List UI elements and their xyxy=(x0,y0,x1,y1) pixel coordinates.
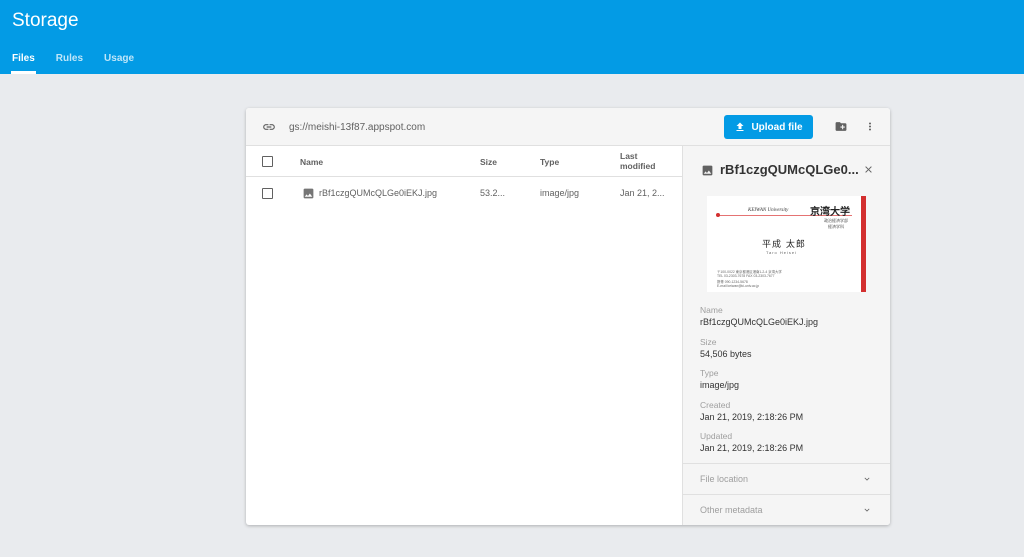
preview-address-line: E-mail keiwan@ki-univ.ac.jp xyxy=(717,284,760,288)
column-last-modified-line1: Last xyxy=(620,151,638,161)
image-preview: KEIWAN University 京湾大学 政治経済学部 経済学科 平成 太郎… xyxy=(707,196,866,292)
chevron-down-icon xyxy=(864,508,870,512)
file-detail-panel: rBf1czgQUMcQLGe0... KEIWAN University 京湾… xyxy=(683,146,890,525)
meta-value: Jan 21, 2019, 2:18:26 PM xyxy=(700,412,804,422)
upload-icon xyxy=(736,122,744,131)
preview-university-jp: 京湾大学 xyxy=(810,207,850,218)
image-file-icon xyxy=(303,188,314,199)
card-toolbar: gs://meishi-13f87.appspot.com Upload fil… xyxy=(246,108,890,146)
meta-label: Type xyxy=(700,368,719,378)
file-location-section[interactable]: File location xyxy=(683,463,890,494)
meta-value: Jan 21, 2019, 2:18:26 PM xyxy=(700,443,804,453)
section-label: File location xyxy=(700,474,749,484)
upload-file-label: Upload file xyxy=(751,121,803,133)
row-checkbox[interactable] xyxy=(262,188,273,199)
column-type[interactable]: Type xyxy=(540,157,559,167)
meta-name: Name rBf1czgQUMcQLGe0iEKJ.jpg xyxy=(700,305,818,327)
meta-value: 54,506 bytes xyxy=(700,349,752,359)
tab-files[interactable]: Files xyxy=(11,44,36,74)
preview-name-en: Taro Heisei xyxy=(766,250,798,255)
image-icon xyxy=(702,165,713,176)
row-modified: Jan 21, 2... xyxy=(620,188,665,198)
meta-type: Type image/jpg xyxy=(700,368,739,390)
app-header: Storage Files Rules Usage xyxy=(0,0,1024,74)
files-table: Name Size Type Last modified rBf1czgQUMc… xyxy=(246,146,683,525)
upload-file-button[interactable]: Upload file xyxy=(724,115,813,139)
meta-label: Created xyxy=(700,400,731,410)
other-metadata-section[interactable]: Other metadata xyxy=(683,494,890,525)
close-icon[interactable] xyxy=(863,164,874,175)
row-size: 53.2... xyxy=(480,188,506,198)
section-label: Other metadata xyxy=(700,505,763,515)
tab-usage[interactable]: Usage xyxy=(104,44,134,74)
preview-university-en: KEIWAN University xyxy=(748,208,789,213)
tab-bar: Files Rules Usage xyxy=(0,44,143,74)
preview-dept-line2: 経済学科 xyxy=(828,224,844,229)
meta-label: Size xyxy=(700,337,717,347)
table-row[interactable]: rBf1czgQUMcQLGe0iEKJ.jpg 53.2... image/j… xyxy=(246,177,683,209)
meta-size: Size 54,506 bytes xyxy=(700,337,752,359)
select-all-checkbox[interactable] xyxy=(262,156,273,167)
row-type: image/jpg xyxy=(540,188,580,198)
column-name[interactable]: Name xyxy=(300,157,323,167)
detail-title: rBf1czgQUMcQLGe0... xyxy=(720,162,859,177)
chevron-down-icon xyxy=(864,477,870,481)
files-card: gs://meishi-13f87.appspot.com Upload fil… xyxy=(246,108,890,525)
column-last-modified-line2: modified xyxy=(620,161,656,171)
page-title: Storage xyxy=(12,10,79,31)
link-icon xyxy=(263,124,275,130)
meta-created: Created Jan 21, 2019, 2:18:26 PM xyxy=(700,400,803,422)
meta-label: Name xyxy=(700,305,723,315)
meta-value: image/jpg xyxy=(700,380,740,390)
bucket-path: gs://meishi-13f87.appspot.com xyxy=(289,122,426,133)
column-last-modified[interactable]: Last modified xyxy=(620,151,655,171)
create-folder-icon[interactable] xyxy=(834,120,848,133)
more-vert-icon[interactable] xyxy=(864,119,876,134)
meta-label: Updated xyxy=(700,431,733,441)
table-header: Name Size Type Last modified xyxy=(246,146,683,177)
meta-value: rBf1czgQUMcQLGe0iEKJ.jpg xyxy=(700,317,819,327)
column-size[interactable]: Size xyxy=(480,157,497,167)
card-red-bar xyxy=(861,196,866,292)
preview-name-jp: 平成 太郎 xyxy=(762,240,806,250)
tab-rules[interactable]: Rules xyxy=(56,44,83,74)
preview-address-line: TEL 03-2303-7678 FAX 03-2303-7677 xyxy=(717,274,775,278)
card-dot xyxy=(716,213,720,217)
row-name: rBf1czgQUMcQLGe0iEKJ.jpg xyxy=(319,188,438,198)
meta-updated: Updated Jan 21, 2019, 2:18:26 PM xyxy=(700,431,803,453)
